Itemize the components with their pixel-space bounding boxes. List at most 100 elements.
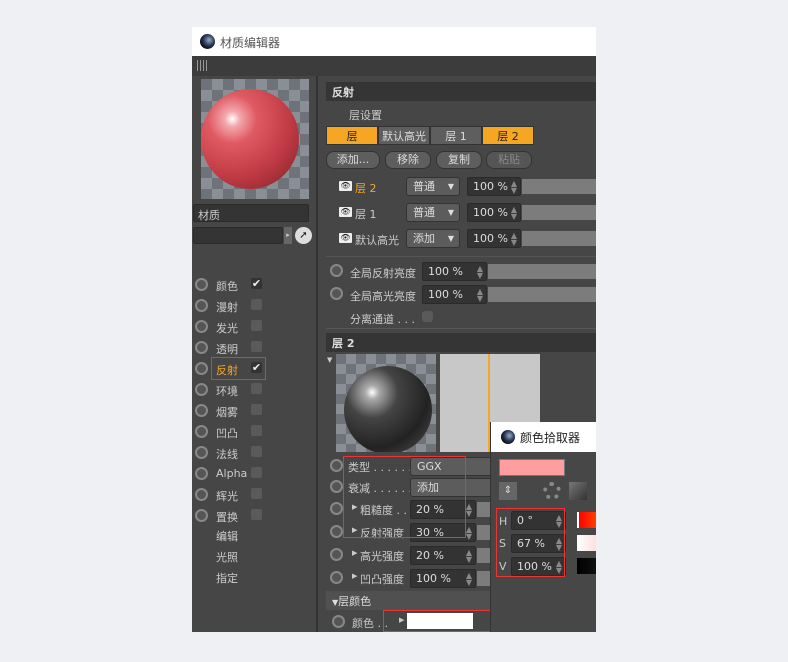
expand-arrow-icon[interactable]: ▶ — [352, 549, 357, 557]
v-input[interactable]: 100 % ▲ ▼ — [511, 557, 566, 576]
channel-checkbox[interactable] — [251, 320, 262, 331]
eye-icon[interactable]: 👁 — [339, 233, 352, 243]
s-input[interactable]: 67 % ▲ ▼ — [511, 534, 566, 553]
sidebar-item-channel[interactable]: 凹凸 — [192, 422, 318, 442]
grip-icon[interactable] — [197, 60, 208, 71]
layer-opacity-slider[interactable] — [522, 231, 596, 246]
tab-layer-1[interactable]: 层 1 — [430, 126, 482, 145]
eye-icon[interactable]: 👁 — [339, 207, 352, 217]
type-anim-icon[interactable] — [330, 459, 343, 472]
color-wheel-icon[interactable] — [543, 482, 561, 500]
sidebar-item-channel[interactable]: 烟雾 — [192, 401, 318, 421]
assign-link[interactable]: 指定 — [216, 570, 238, 586]
layer-mode-dropdown[interactable]: 添加 ▼ — [406, 229, 460, 248]
h-slider[interactable] — [577, 512, 596, 528]
layer-opacity-input[interactable]: 100 % ▲ ▼ — [467, 177, 521, 196]
channel-checkbox[interactable] — [251, 341, 262, 352]
layer-mode-dropdown[interactable]: 普通 ▼ — [406, 203, 460, 222]
current-color-swatch[interactable] — [499, 459, 565, 476]
param-slider[interactable] — [477, 571, 491, 586]
channel-radio-icon[interactable] — [195, 299, 208, 312]
sidebar-item-channel[interactable]: 透明 — [192, 338, 318, 358]
expand-arrow-icon[interactable]: ▸ — [284, 227, 292, 244]
param-input[interactable]: 30 % ▲ ▼ — [410, 523, 476, 542]
edit-link[interactable]: 编辑 — [216, 528, 238, 544]
channel-radio-icon[interactable] — [195, 404, 208, 417]
layer-name[interactable]: 默认高光 — [355, 232, 399, 248]
sidebar-item-channel[interactable]: 发光 — [192, 317, 318, 337]
sidebar-item-channel[interactable]: Alpha — [192, 464, 318, 484]
global-reflect-anim-icon[interactable] — [330, 264, 343, 277]
channel-radio-icon[interactable] — [195, 488, 208, 501]
v-slider[interactable] — [577, 558, 596, 574]
sidebar-item-channel[interactable]: 置换 — [192, 506, 318, 526]
eye-icon[interactable]: 👁 — [339, 181, 352, 191]
layer-mode-dropdown[interactable]: 普通 ▼ — [406, 177, 460, 196]
channel-radio-icon[interactable] — [195, 467, 208, 480]
compare-icon[interactable]: ⇕ — [499, 482, 517, 500]
param-input[interactable]: 100 % ▲ ▼ — [410, 569, 476, 588]
sidebar-item-channel[interactable]: 环境 — [192, 380, 318, 400]
sidebar-item-channel[interactable]: 辉光 — [192, 485, 318, 505]
global-reflect-slider[interactable] — [488, 264, 596, 279]
layer-opacity-slider[interactable] — [522, 205, 596, 220]
param-input[interactable]: 20 % ▲ ▼ — [410, 546, 476, 565]
param-slider[interactable] — [477, 502, 491, 517]
global-spec-anim-icon[interactable] — [330, 287, 343, 300]
layer-name[interactable]: 层 2 — [355, 180, 377, 196]
param-input[interactable]: 20 % ▲ ▼ — [410, 500, 476, 519]
channel-checkbox[interactable]: ✔ — [251, 278, 262, 289]
layer-opacity-input[interactable]: 100 % ▲ ▼ — [467, 229, 521, 248]
separate-pass-checkbox[interactable] — [422, 311, 433, 322]
global-reflect-input[interactable]: 100 % ▲ ▼ — [422, 262, 487, 281]
expand-arrow-icon[interactable]: ▶ — [352, 526, 357, 534]
global-spec-input[interactable]: 100 % ▲ ▼ — [422, 285, 487, 304]
param-anim-icon[interactable] — [330, 571, 343, 584]
material-name-field[interactable]: 材质 — [193, 204, 309, 222]
sidebar-item-channel[interactable]: 法线 — [192, 443, 318, 463]
param-anim-icon[interactable] — [330, 525, 343, 538]
remove-button[interactable]: 移除 — [385, 151, 431, 169]
param-anim-icon[interactable] — [330, 502, 343, 515]
expand-arrow-icon[interactable]: ▶ — [352, 503, 357, 511]
color-anim-icon[interactable] — [332, 615, 345, 628]
layer-opacity-slider[interactable] — [522, 179, 596, 194]
expand-arrow-icon[interactable]: ▶ — [399, 616, 404, 624]
tab-default-spec[interactable]: 默认高光 — [378, 126, 430, 145]
pick-cursor-icon[interactable]: ➚ — [295, 227, 312, 244]
tab-layer[interactable]: 层 — [326, 126, 378, 145]
sidebar-item-channel[interactable]: 颜色 ✔ — [192, 275, 318, 295]
channel-checkbox[interactable] — [251, 404, 262, 415]
expand-arrow-icon[interactable]: ▶ — [352, 572, 357, 580]
channel-radio-icon[interactable] — [195, 446, 208, 459]
h-input[interactable]: 0 ° ▲ ▼ — [511, 511, 566, 530]
collapse-arrow-icon[interactable]: ▼ — [327, 356, 332, 364]
channel-radio-icon[interactable] — [195, 509, 208, 522]
falloff-anim-icon[interactable] — [330, 480, 343, 493]
channel-radio-icon[interactable] — [195, 362, 208, 375]
channel-checkbox[interactable] — [251, 383, 262, 394]
channel-radio-icon[interactable] — [195, 341, 208, 354]
lighting-link[interactable]: 光照 — [216, 549, 238, 565]
param-slider[interactable] — [477, 548, 491, 563]
copy-button[interactable]: 复制 — [436, 151, 482, 169]
add-button[interactable]: 添加... — [326, 151, 380, 169]
layer-name[interactable]: 层 1 — [355, 206, 377, 222]
channel-checkbox[interactable] — [251, 446, 262, 457]
channel-checkbox[interactable] — [251, 509, 262, 520]
layer-opacity-input[interactable]: 100 % ▲ ▼ — [467, 203, 521, 222]
paste-button[interactable]: 粘贴 — [486, 151, 532, 169]
link-field[interactable] — [193, 227, 283, 244]
falloff-dropdown[interactable]: 添加 — [410, 478, 500, 497]
param-slider[interactable] — [477, 525, 491, 540]
spectrum-icon[interactable] — [569, 482, 587, 500]
channel-radio-icon[interactable] — [195, 278, 208, 291]
channel-radio-icon[interactable] — [195, 320, 208, 333]
channel-checkbox[interactable] — [251, 299, 262, 310]
type-dropdown[interactable]: GGX — [410, 457, 500, 476]
sidebar-item-channel[interactable]: 反射 ✔ — [192, 357, 318, 380]
tab-layer-2[interactable]: 层 2 — [482, 126, 534, 145]
channel-radio-icon[interactable] — [195, 383, 208, 396]
channel-checkbox[interactable] — [251, 425, 262, 436]
channel-checkbox[interactable] — [251, 488, 262, 499]
